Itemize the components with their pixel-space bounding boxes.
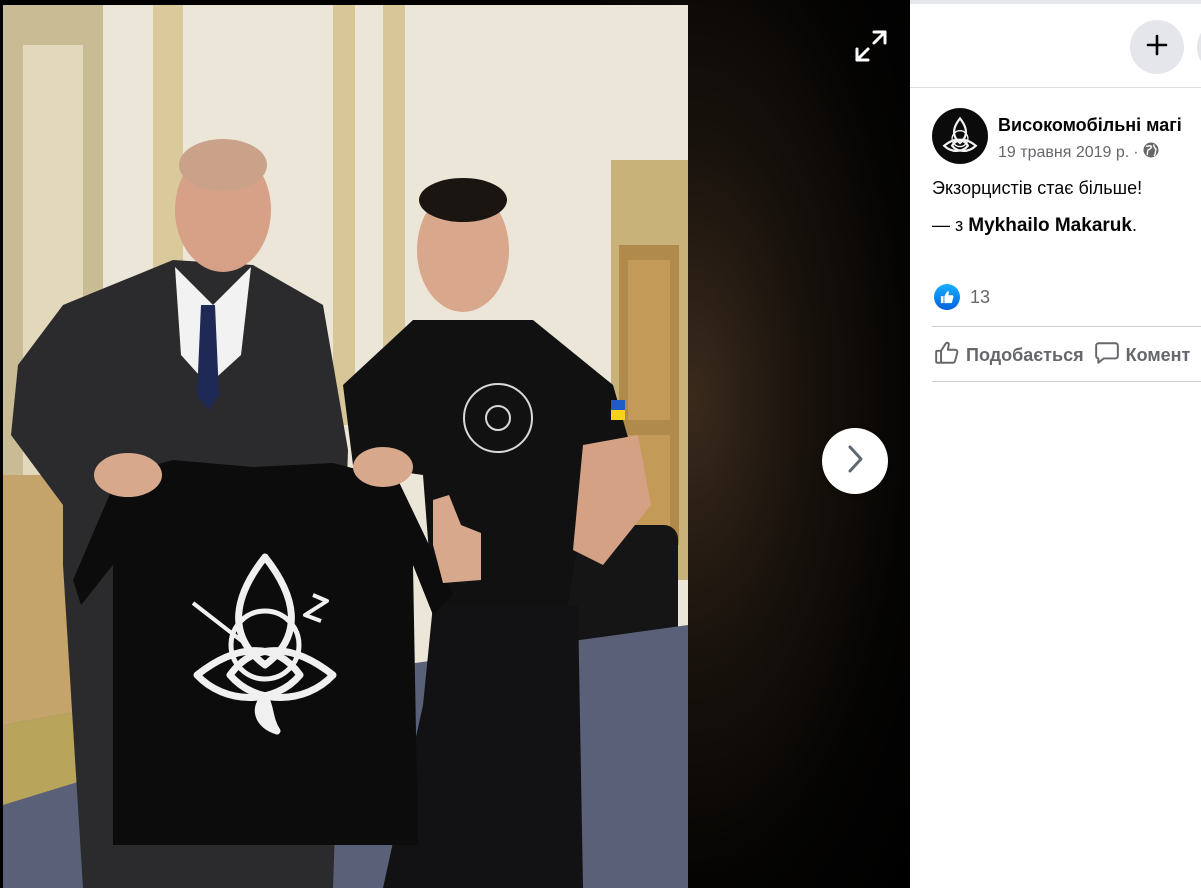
meta-separator: · [1133, 143, 1139, 161]
post-date[interactable]: 19 травня 2019 р. [998, 144, 1129, 162]
comment-icon [1094, 340, 1120, 371]
like-reaction-icon [934, 284, 960, 310]
with-prefix: — з [932, 215, 964, 235]
comment-label: Комент [1125, 345, 1191, 365]
with-suffix: . [1131, 215, 1137, 235]
post-meta: 19 травня 2019 р. · [998, 142, 1182, 163]
reaction-count: 13 [970, 286, 991, 307]
globe-icon [1143, 142, 1159, 163]
post-text: Экзорцистів стає більше! [932, 178, 1143, 198]
create-button[interactable] [1130, 20, 1184, 74]
like-label: Подобається [966, 345, 1084, 365]
thumbs-up-icon [934, 340, 960, 371]
plus-icon [1146, 34, 1168, 61]
next-photo-button[interactable] [822, 428, 888, 494]
menu-button[interactable] [1197, 20, 1201, 74]
expand-icon [853, 28, 889, 69]
divider [932, 381, 1201, 382]
comment-button[interactable]: Комент [1094, 340, 1191, 371]
divider [932, 326, 1201, 327]
post-photo[interactable] [3, 5, 688, 888]
page-name[interactable]: Високомобільні магі [998, 114, 1182, 136]
photo-illustration [3, 5, 688, 888]
expand-button[interactable] [848, 26, 894, 70]
avatar[interactable] [932, 108, 988, 164]
photo-viewer [0, 0, 910, 888]
post-side-panel: Високомобільні магі 19 травня 2019 р. · … [910, 0, 1201, 888]
page-logo-icon [942, 116, 978, 153]
post-header: Високомобільні магі 19 травня 2019 р. · [932, 108, 1182, 164]
top-bar [910, 4, 1201, 88]
reactions-summary[interactable]: 13 [934, 284, 990, 310]
chevron-right-icon [844, 443, 866, 480]
tagged-person-link[interactable]: Mykhailo Makaruk [968, 215, 1132, 236]
like-button[interactable]: Подобається [934, 340, 1084, 371]
tagged-with: — з Mykhailo Makaruk. [932, 215, 1137, 237]
post-actions: Подобається Комент [934, 340, 1200, 371]
